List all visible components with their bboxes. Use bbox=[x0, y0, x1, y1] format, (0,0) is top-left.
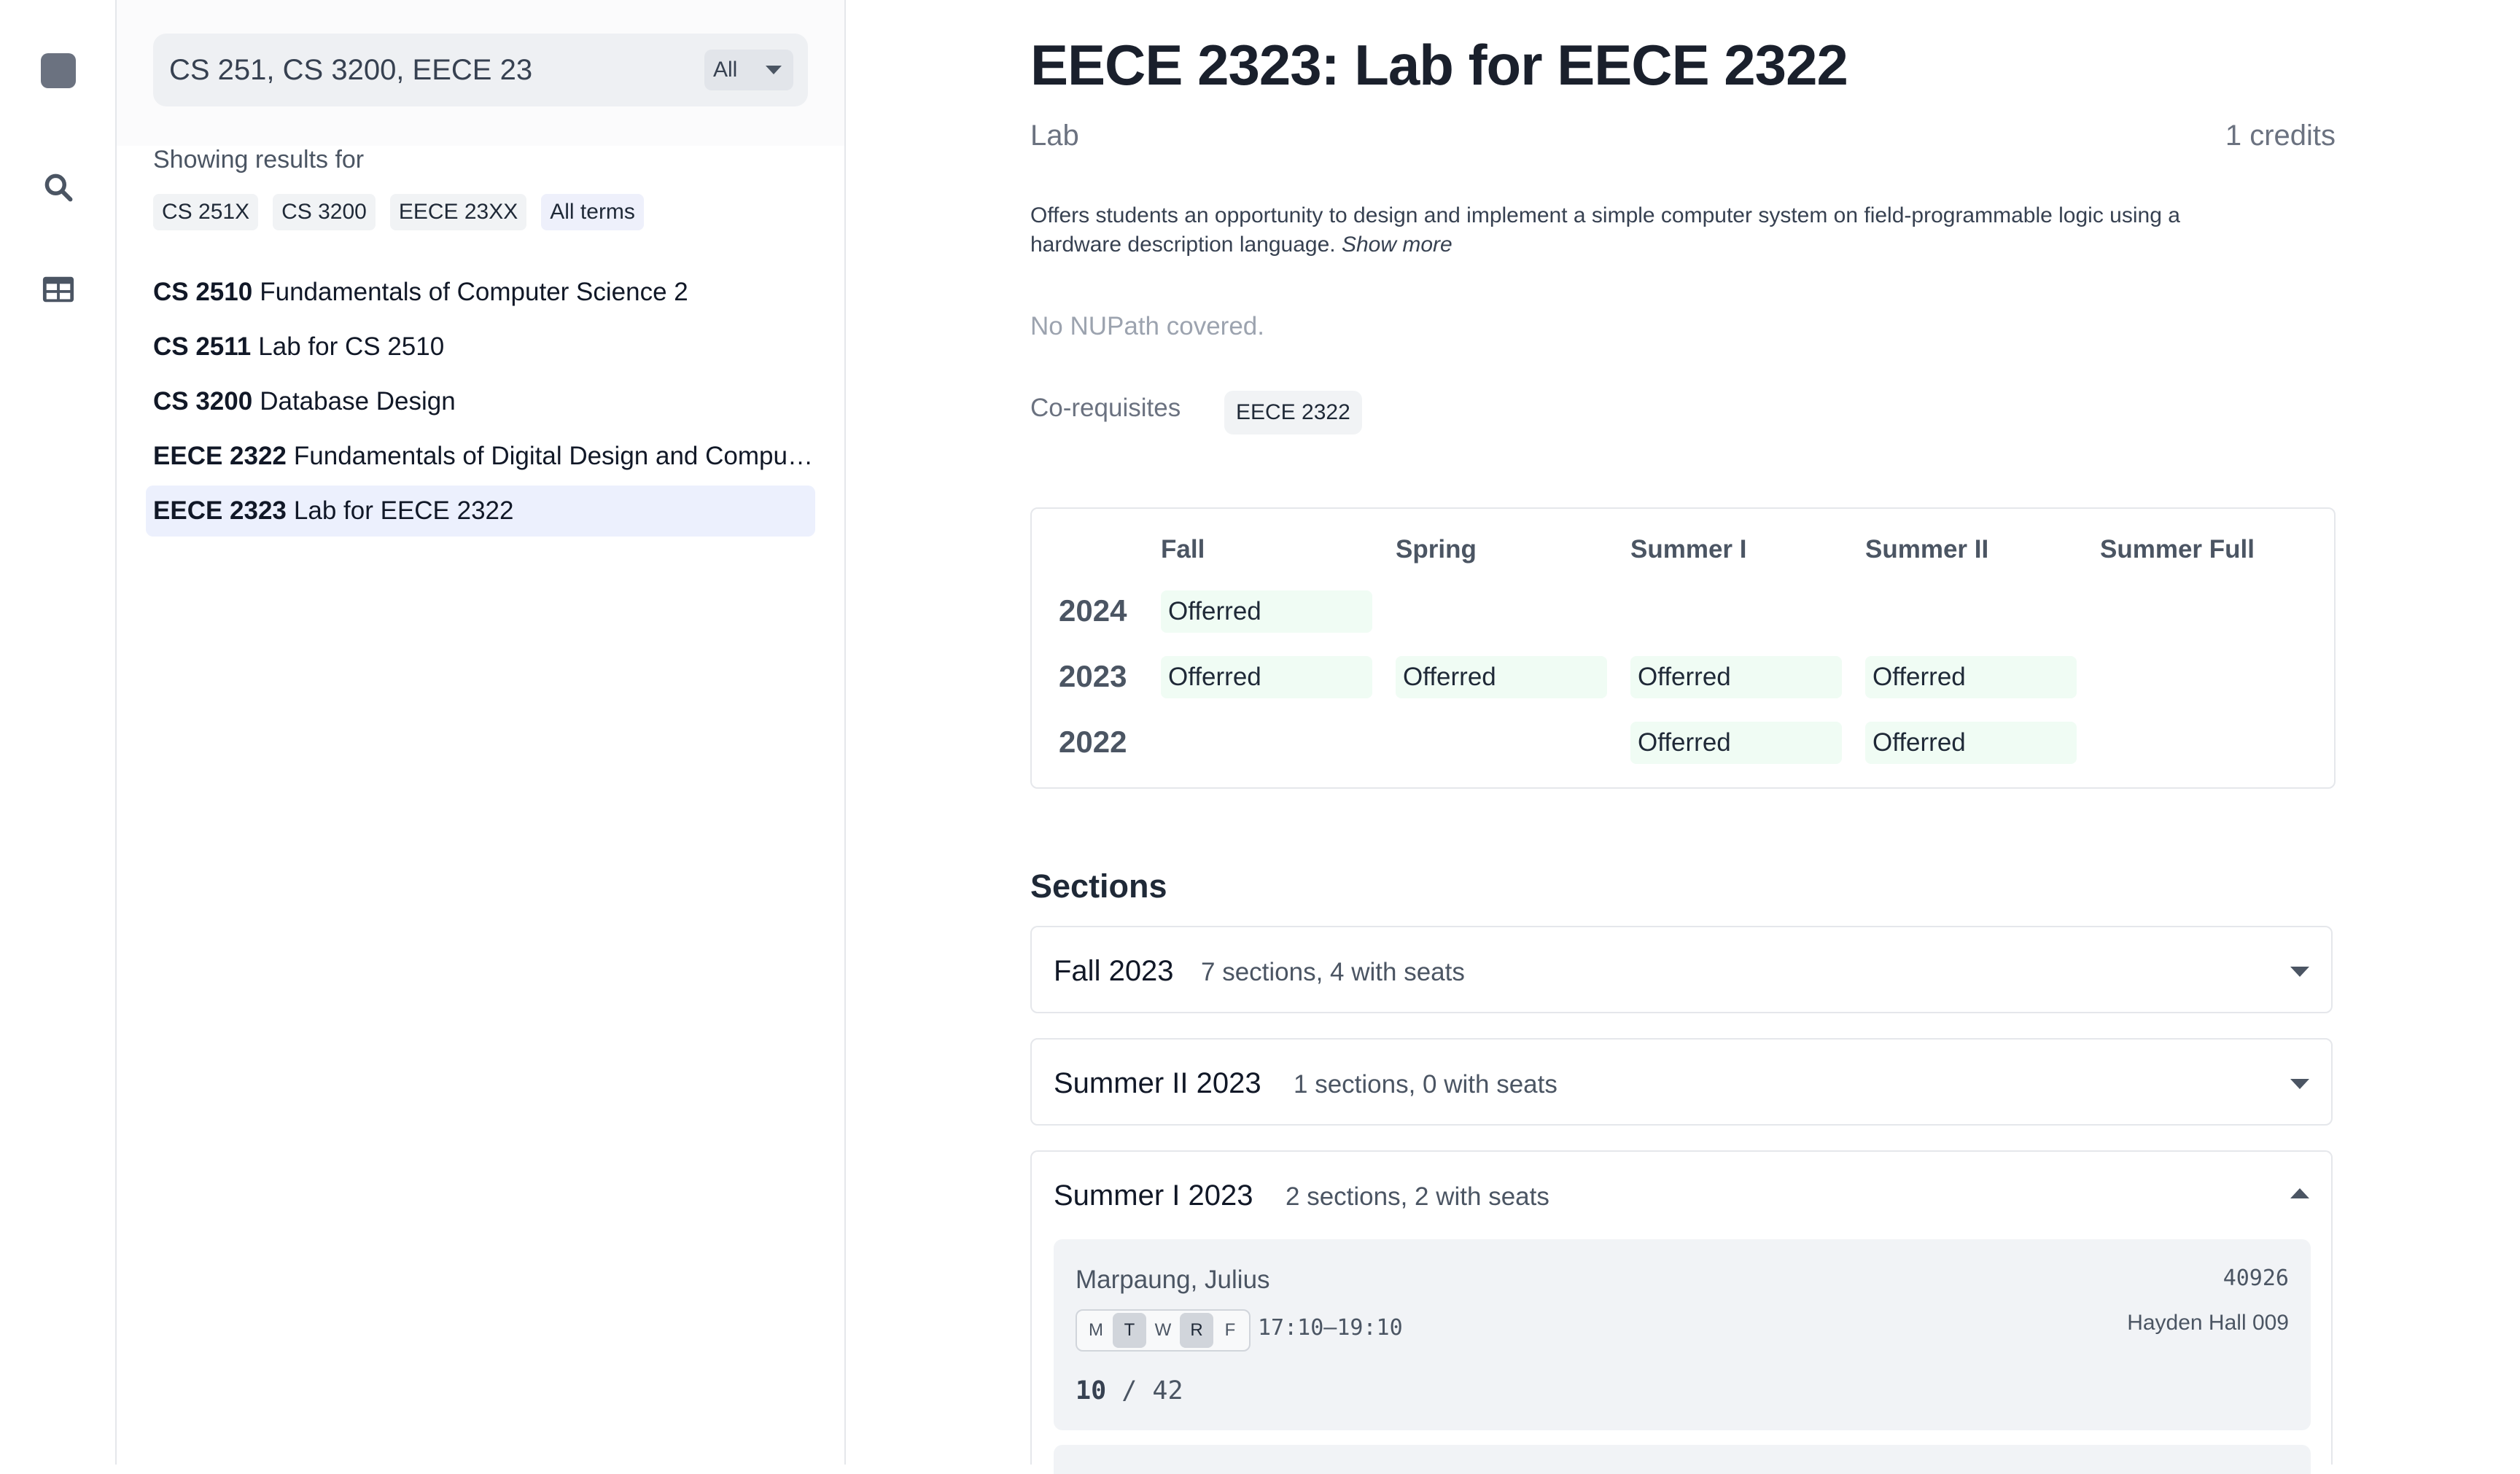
search-box[interactable]: All bbox=[153, 34, 808, 106]
result-item[interactable]: CS 2510 Fundamentals of Computer Science… bbox=[146, 267, 815, 318]
result-code: CS 2510 bbox=[153, 278, 253, 306]
term-name: Summer I 2023 bbox=[1054, 1179, 1253, 1212]
term-name: Summer II 2023 bbox=[1054, 1067, 1261, 1099]
show-more-link[interactable]: Show more bbox=[1342, 233, 1452, 257]
offered-cell: Offerred bbox=[1161, 656, 1372, 698]
offered-cell: Offerred bbox=[1396, 656, 1607, 698]
course-title: EECE 2323: Lab for EECE 2322 bbox=[1030, 33, 1848, 97]
section-location: Hayden Hall 009 bbox=[2127, 1311, 2289, 1335]
seats-available: 10 bbox=[1076, 1376, 1107, 1405]
search-sidebar: All Showing results for CS 251X CS 3200 … bbox=[117, 0, 846, 1465]
seat-count: 10 / 42 bbox=[1076, 1376, 1183, 1405]
table-icon[interactable] bbox=[40, 271, 77, 308]
term-summary: 2 sections, 2 with seats bbox=[1286, 1182, 1549, 1211]
showing-results-label: Showing results for bbox=[153, 146, 365, 173]
term-header: Spring bbox=[1396, 535, 1477, 564]
chevron-down-icon bbox=[2290, 967, 2309, 977]
year-label: 2023 bbox=[1059, 659, 1127, 693]
filter-chip[interactable]: CS 251X bbox=[153, 194, 259, 230]
term-summary: 7 sections, 4 with seats bbox=[1201, 958, 1465, 986]
results-list: CS 2510 Fundamentals of Computer Science… bbox=[146, 267, 815, 540]
sections-heading: Sections bbox=[1030, 867, 1167, 905]
offered-cell: Offerred bbox=[1630, 656, 1842, 698]
term-header: Summer I bbox=[1630, 535, 1747, 564]
offered-cell: Offerred bbox=[1865, 656, 2077, 698]
app-logo[interactable] bbox=[41, 53, 76, 88]
offered-cell: Offerred bbox=[1630, 722, 1842, 764]
coreq-label: Co-requisites bbox=[1030, 394, 1181, 422]
term-header: Fall bbox=[1161, 535, 1205, 564]
day-indicator: M bbox=[1089, 1320, 1103, 1340]
result-title: Lab for CS 2510 bbox=[258, 332, 445, 361]
meeting-days: M T W R F bbox=[1076, 1309, 1251, 1352]
crn-number: 40926 bbox=[2222, 1266, 2289, 1291]
seats-separator: / bbox=[1121, 1376, 1138, 1405]
course-description: Offers students an opportunity to design… bbox=[1030, 201, 2255, 260]
result-title: Lab for EECE 2322 bbox=[293, 496, 514, 525]
day-indicator-active: R bbox=[1180, 1313, 1213, 1348]
result-code: EECE 2322 bbox=[153, 442, 287, 470]
year-label: 2022 bbox=[1059, 725, 1127, 759]
term-filter-select[interactable]: All bbox=[704, 50, 793, 90]
result-code: CS 2511 bbox=[153, 332, 252, 361]
seats-total: 42 bbox=[1152, 1376, 1183, 1405]
section-card bbox=[1054, 1445, 2311, 1474]
nupath-status: No NUPath covered. bbox=[1030, 312, 1264, 340]
term-filter-value: All bbox=[713, 58, 738, 82]
result-title: Fundamentals of Computer Science 2 bbox=[260, 278, 688, 306]
year-label: 2024 bbox=[1059, 593, 1127, 628]
offered-cell: Offerred bbox=[1161, 590, 1372, 633]
course-credits: 1 credits bbox=[2225, 120, 2336, 152]
search-icon[interactable] bbox=[40, 169, 77, 206]
term-accordion[interactable]: Summer II 2023 1 sections, 0 with seats bbox=[1030, 1038, 2333, 1126]
term-header: Summer Full bbox=[2100, 535, 2255, 564]
result-item[interactable]: CS 3200 Database Design bbox=[146, 376, 815, 427]
result-item-selected[interactable]: EECE 2323 Lab for EECE 2322 bbox=[146, 486, 815, 537]
filter-chip-terms[interactable]: All terms bbox=[541, 194, 644, 230]
search-input[interactable] bbox=[168, 52, 652, 87]
offerings-table: Fall Spring Summer I Summer II Summer Fu… bbox=[1030, 507, 2336, 789]
result-code: EECE 2323 bbox=[153, 496, 287, 525]
professor-name: Marpaung, Julius bbox=[1076, 1266, 1270, 1294]
description-text: Offers students an opportunity to design… bbox=[1030, 203, 2180, 257]
coreq-chip[interactable]: EECE 2322 bbox=[1224, 391, 1362, 434]
chevron-down-icon bbox=[2290, 1079, 2309, 1089]
result-item[interactable]: CS 2511 Lab for CS 2510 bbox=[146, 321, 815, 373]
day-indicator: W bbox=[1154, 1320, 1172, 1340]
term-summary: 1 sections, 0 with seats bbox=[1294, 1070, 1558, 1099]
section-card: Marpaung, Julius 40926 Hayden Hall 009 M… bbox=[1054, 1239, 2311, 1430]
search-header: All bbox=[117, 0, 844, 146]
course-type: Lab bbox=[1030, 120, 1079, 152]
meeting-time: 17:10–19:10 bbox=[1258, 1315, 1403, 1341]
day-indicator-active: T bbox=[1113, 1313, 1146, 1348]
offered-cell: Offerred bbox=[1865, 722, 2077, 764]
filter-chip[interactable]: CS 3200 bbox=[273, 194, 376, 230]
term-header: Summer II bbox=[1865, 535, 1989, 564]
result-item[interactable]: EECE 2322 Fundamentals of Digital Design… bbox=[146, 431, 815, 482]
result-title: Fundamentals of Digital Design and Compu… bbox=[293, 442, 815, 470]
result-code: CS 3200 bbox=[153, 387, 253, 416]
chevron-down-icon bbox=[766, 66, 782, 74]
term-name: Fall 2023 bbox=[1054, 955, 1174, 987]
term-accordion[interactable]: Fall 2023 7 sections, 4 with seats bbox=[1030, 926, 2333, 1013]
result-title: Database Design bbox=[260, 387, 456, 416]
filter-chip[interactable]: EECE 23XX bbox=[389, 194, 527, 230]
day-indicator: F bbox=[1224, 1320, 1236, 1340]
term-accordion-open[interactable]: Summer I 2023 2 sections, 2 with seats M… bbox=[1030, 1150, 2333, 1474]
chevron-up-icon bbox=[2290, 1188, 2309, 1198]
filter-chips: CS 251X CS 3200 EECE 23XX All terms bbox=[153, 194, 644, 230]
nav-rail bbox=[0, 0, 117, 1465]
